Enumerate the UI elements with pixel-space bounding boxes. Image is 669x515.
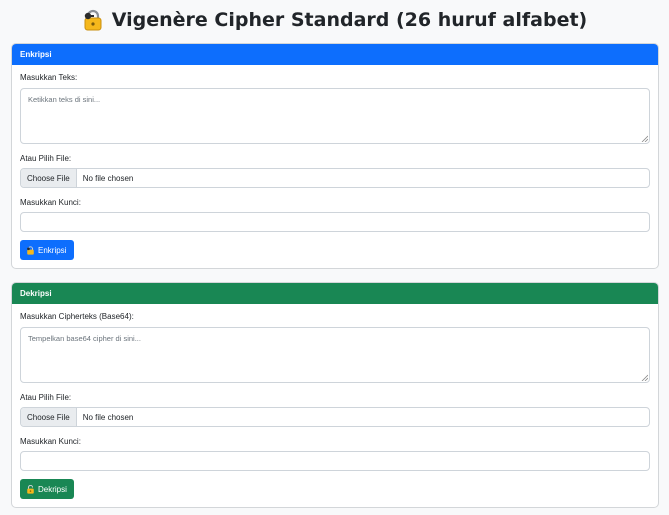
decrypt-key-input[interactable]: [20, 451, 650, 471]
encrypt-text-label: Masukkan Teks:: [20, 73, 78, 82]
page-title: Vigenère Cipher Standard (26 huruf alfab…: [0, 6, 669, 34]
encrypt-card: Enkripsi Masukkan Teks: Atau Pilih File:…: [11, 43, 659, 269]
encrypt-key-label: Masukkan Kunci:: [20, 198, 81, 207]
decrypt-card-header: Dekripsi: [12, 283, 658, 304]
decrypt-button[interactable]: Dekripsi: [20, 479, 74, 499]
encrypt-card-header: Enkripsi: [12, 44, 658, 65]
encrypt-file-status: No file chosen: [82, 173, 134, 183]
encrypt-button-label: Enkripsi: [38, 245, 67, 255]
locked-with-key-icon: [26, 245, 35, 255]
decrypt-card: Dekripsi Masukkan Cipherteks (Base64): A…: [11, 282, 659, 508]
decrypt-file-label: Atau Pilih File:: [20, 393, 72, 402]
decrypt-text-label: Masukkan Cipherteks (Base64):: [20, 312, 134, 321]
resize-grip-icon[interactable]: [641, 374, 648, 381]
encrypt-key-input[interactable]: [20, 212, 650, 232]
decrypt-key-label: Masukkan Kunci:: [20, 437, 81, 446]
decrypt-file-input[interactable]: Choose File No file chosen: [20, 407, 650, 427]
encrypt-file-input[interactable]: Choose File No file chosen: [20, 168, 650, 188]
resize-grip-icon[interactable]: [641, 135, 648, 142]
encrypt-button[interactable]: Enkripsi: [20, 240, 74, 260]
encrypt-text-input[interactable]: [20, 88, 650, 144]
decrypt-file-status: No file chosen: [82, 412, 134, 422]
encrypt-choose-file-button[interactable]: Choose File: [21, 169, 77, 187]
page-title-text: Vigenère Cipher Standard (26 huruf alfab…: [111, 9, 588, 31]
decrypt-button-label: Dekripsi: [38, 484, 67, 494]
encrypt-file-label: Atau Pilih File:: [20, 154, 72, 163]
decrypt-text-input[interactable]: [20, 327, 650, 383]
decrypt-choose-file-button[interactable]: Choose File: [21, 408, 77, 426]
unlocked-icon: [26, 484, 35, 494]
locked-with-key-icon: [82, 9, 104, 31]
